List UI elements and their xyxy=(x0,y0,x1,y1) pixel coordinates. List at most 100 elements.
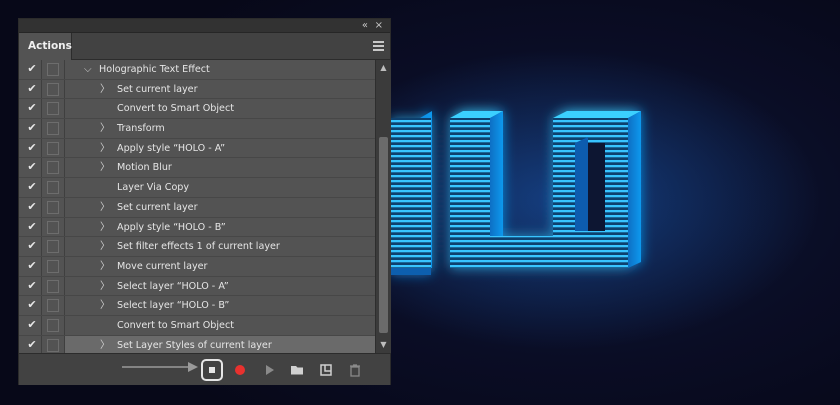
dialog-toggle-box[interactable] xyxy=(47,299,59,313)
dialog-toggle-box[interactable] xyxy=(47,279,59,293)
action-row[interactable]: ✔ 〉 Transform xyxy=(19,119,375,139)
new-action-button[interactable] xyxy=(316,360,336,380)
dialog-toggle-box[interactable] xyxy=(47,318,59,332)
toggle-checkmark-icon[interactable]: ✔ xyxy=(26,141,38,155)
dialog-toggle-box[interactable] xyxy=(47,259,59,273)
column-divider xyxy=(41,276,42,296)
toggle-checkmark-icon[interactable]: ✔ xyxy=(26,259,38,273)
chevron-right-icon[interactable]: 〉 xyxy=(100,239,110,254)
row-label-background xyxy=(65,80,375,99)
toggle-checkmark-icon[interactable]: ✔ xyxy=(26,239,38,253)
toggle-checkmark-icon[interactable]: ✔ xyxy=(26,101,38,115)
annotation-arrow xyxy=(122,362,198,372)
chevron-right-icon[interactable]: 〉 xyxy=(100,279,110,294)
dialog-toggle-box[interactable] xyxy=(47,63,59,76)
dialog-toggle-box[interactable] xyxy=(47,181,59,195)
action-row[interactable]: ✔ 〉 Select layer “HOLO - A” xyxy=(19,276,375,297)
toggle-checkmark-icon[interactable]: ✔ xyxy=(26,298,38,312)
toggle-checkmark-icon[interactable]: ✔ xyxy=(26,338,38,352)
toggle-checkmark-icon[interactable]: ✔ xyxy=(26,160,38,174)
close-panel-icon[interactable]: × xyxy=(375,20,383,32)
row-label-background xyxy=(65,119,375,138)
actions-list: ✔ ⌵ Holographic Text Effect ✔ 〉 Set current l… xyxy=(19,60,375,353)
action-row[interactable]: ✔ Convert to Smart Object xyxy=(19,99,375,120)
action-label: Convert to Smart Object xyxy=(117,103,234,115)
action-label: Holographic Text Effect xyxy=(99,64,210,75)
chevron-right-icon[interactable]: 〉 xyxy=(100,200,110,215)
toggle-checkmark-icon[interactable]: ✔ xyxy=(26,82,38,96)
folder-icon xyxy=(291,366,303,375)
action-row[interactable]: ✔ 〉 Set Layer Styles of current layer xyxy=(19,335,375,353)
chevron-down-icon[interactable]: ⌵ xyxy=(84,62,92,77)
column-divider xyxy=(41,315,42,335)
toggle-checkmark-icon[interactable]: ✔ xyxy=(26,180,38,194)
dialog-toggle-box[interactable] xyxy=(47,82,59,96)
action-label: Transform xyxy=(117,123,165,135)
record-button[interactable] xyxy=(230,360,250,380)
panel-tabstrip: Actions xyxy=(19,33,390,60)
action-row[interactable]: ✔ 〉 Apply style “HOLO - B” xyxy=(19,217,375,238)
scroll-thumb[interactable] xyxy=(379,137,388,333)
column-divider xyxy=(41,158,42,178)
chevron-right-icon[interactable]: 〉 xyxy=(100,220,110,235)
chevron-right-icon[interactable]: 〉 xyxy=(100,338,110,353)
dialog-toggle-box[interactable] xyxy=(47,122,59,136)
chevron-right-icon[interactable]: 〉 xyxy=(100,298,110,313)
action-row[interactable]: ✔ 〉 Set current layer xyxy=(19,197,375,218)
action-label: Layer Via Copy xyxy=(117,182,190,194)
dialog-toggle-box[interactable] xyxy=(47,161,59,175)
action-label: Apply style “HOLO - A” xyxy=(117,142,226,154)
stop-button[interactable] xyxy=(201,359,223,381)
action-label: Set filter effects 1 of current layer xyxy=(117,241,280,253)
toggle-checkmark-icon[interactable]: ✔ xyxy=(26,200,38,214)
toggle-checkmark-icon[interactable]: ✔ xyxy=(26,279,38,293)
panel-titlebar: « × xyxy=(19,19,390,33)
chevron-right-icon[interactable]: 〉 xyxy=(100,160,110,175)
play-button[interactable] xyxy=(259,360,279,380)
action-row[interactable]: ✔ 〉 Apply style “HOLO - A” xyxy=(19,138,375,159)
action-row[interactable]: ✔ 〉 Set current layer xyxy=(19,79,375,100)
actions-scrollbar[interactable]: ▲ ▼ xyxy=(375,60,391,353)
action-label: Set Layer Styles of current layer xyxy=(117,339,272,351)
dialog-toggle-box[interactable] xyxy=(47,102,59,116)
chevron-right-icon[interactable]: 〉 xyxy=(100,259,110,274)
dialog-toggle-box[interactable] xyxy=(47,220,59,234)
new-set-button[interactable] xyxy=(287,360,307,380)
row-label-background xyxy=(65,198,375,217)
action-row[interactable]: ✔ 〉 Move current layer xyxy=(19,256,375,277)
collapse-panel-icon[interactable]: « xyxy=(362,20,368,32)
column-divider xyxy=(41,138,42,158)
delete-button[interactable] xyxy=(345,360,365,380)
scroll-up-icon[interactable]: ▲ xyxy=(376,62,391,74)
toggle-checkmark-icon[interactable]: ✔ xyxy=(26,220,38,234)
dialog-toggle-box[interactable] xyxy=(47,240,59,254)
dialog-toggle-box[interactable] xyxy=(47,338,59,352)
action-row[interactable]: ✔ 〉 Motion Blur xyxy=(19,158,375,179)
chevron-right-icon[interactable]: 〉 xyxy=(100,121,110,136)
chevron-right-icon[interactable]: 〉 xyxy=(100,82,110,97)
actions-toolbar xyxy=(19,353,390,385)
dialog-toggle-box[interactable] xyxy=(47,200,59,214)
action-label: Set current layer xyxy=(117,83,198,95)
panel-menu-icon[interactable] xyxy=(373,41,384,51)
action-label: Set current layer xyxy=(117,201,198,213)
action-row[interactable]: ✔ ⌵ Holographic Text Effect xyxy=(19,60,375,80)
action-row[interactable]: ✔ Convert to Smart Object xyxy=(19,315,375,336)
action-row[interactable]: ✔ Layer Via Copy xyxy=(19,178,375,198)
new-action-icon xyxy=(320,364,332,376)
scroll-down-icon[interactable]: ▼ xyxy=(376,339,391,351)
column-divider xyxy=(41,197,42,217)
toggle-checkmark-icon[interactable]: ✔ xyxy=(26,318,38,332)
toggle-checkmark-icon[interactable]: ✔ xyxy=(26,62,38,76)
toggle-checkmark-icon[interactable]: ✔ xyxy=(26,121,38,135)
dialog-toggle-box[interactable] xyxy=(47,141,59,155)
chevron-right-icon[interactable]: 〉 xyxy=(100,141,110,156)
action-label: Select layer “HOLO - A” xyxy=(117,280,229,292)
action-row[interactable]: ✔ 〉 Select layer “HOLO - B” xyxy=(19,296,375,316)
tab-actions[interactable]: Actions xyxy=(19,33,72,60)
action-row[interactable]: ✔ 〉 Set filter effects 1 of current layer xyxy=(19,237,375,257)
column-divider xyxy=(41,60,42,79)
record-icon xyxy=(235,365,245,375)
row-label-background xyxy=(65,257,375,276)
column-divider xyxy=(41,256,42,276)
